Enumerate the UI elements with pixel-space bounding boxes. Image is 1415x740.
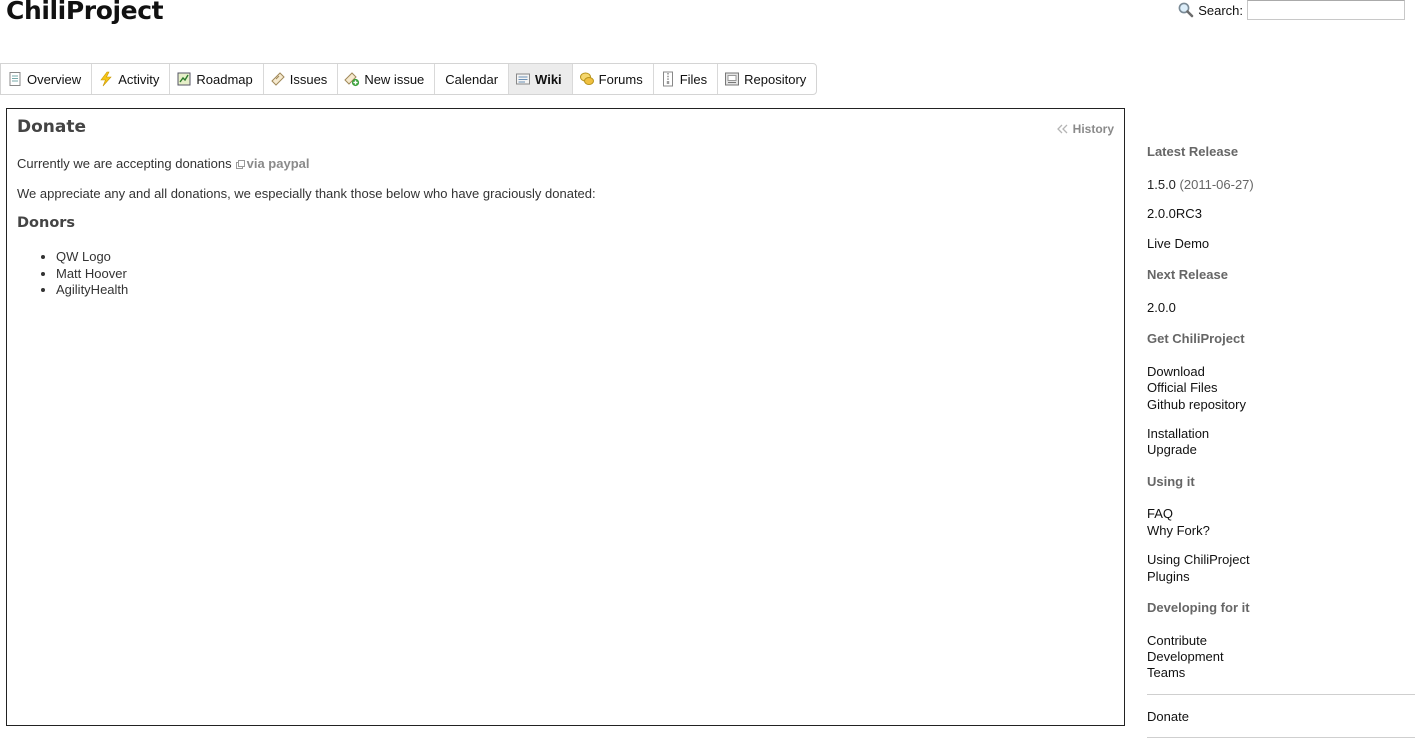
repository-icon	[725, 72, 740, 86]
list-item: QW Logo	[56, 249, 128, 266]
roadmap-icon	[177, 72, 191, 86]
teams-link[interactable]: Teams	[1147, 665, 1185, 680]
tab-label: New issue	[364, 71, 425, 87]
tab-files[interactable]: Files	[654, 64, 719, 94]
list-item: AgilityHealth	[56, 282, 128, 299]
thanks-paragraph: We appreciate any and all donations, we …	[17, 186, 596, 201]
forums-icon	[579, 72, 594, 85]
live-demo-link[interactable]: Live Demo	[1147, 236, 1209, 251]
development-link[interactable]: Development	[1147, 649, 1224, 664]
history-icon	[1056, 124, 1068, 134]
tab-label: Files	[679, 71, 708, 87]
donate-link[interactable]: Donate	[1147, 709, 1189, 724]
latest-release-heading: Latest Release	[1147, 144, 1239, 159]
tab-label: Calendar	[445, 71, 499, 87]
donor-list: QW Logo Matt Hoover AgilityHealth	[17, 249, 128, 299]
latest-release-line: 1.5.0 (2011-06-27)	[1147, 177, 1254, 192]
tab-issues[interactable]: Issues	[264, 64, 339, 94]
using-it-heading: Using it	[1147, 474, 1195, 489]
faq-link[interactable]: FAQ	[1147, 506, 1173, 521]
new-ticket-icon	[344, 72, 360, 87]
using-chiliproject-link[interactable]: Using ChiliProject	[1147, 552, 1250, 567]
history-link[interactable]: History	[1056, 122, 1114, 136]
lightning-icon	[100, 71, 112, 87]
sidebar: Latest Release 1.5.0 (2011-06-27) 2.0.0R…	[1147, 0, 1415, 740]
donors-heading: Donors	[17, 215, 76, 231]
wiki-icon	[516, 73, 531, 85]
tab-forums[interactable]: Forums	[573, 64, 654, 94]
tab-label: Overview	[27, 71, 82, 87]
divider	[1147, 694, 1415, 695]
get-chiliproject-heading: Get ChiliProject	[1147, 331, 1245, 346]
tab-label: Issues	[289, 71, 328, 87]
next-release-heading: Next Release	[1147, 267, 1228, 282]
tab-label: Repository	[744, 71, 807, 87]
divider	[1147, 737, 1415, 738]
project-menu: Overview Activity Roadmap Issues New iss…	[0, 63, 818, 95]
history-label: History	[1072, 122, 1114, 136]
ticket-icon	[271, 72, 285, 86]
tab-label: Forums	[598, 71, 643, 87]
tab-overview[interactable]: Overview	[1, 64, 93, 94]
tab-label: Roadmap	[196, 71, 253, 87]
next-version-link[interactable]: 2.0.0	[1147, 300, 1176, 315]
tab-calendar[interactable]: Calendar	[435, 64, 510, 94]
rc-version-link[interactable]: 2.0.0RC3	[1147, 206, 1202, 221]
tab-activity[interactable]: Activity	[92, 64, 171, 94]
download-link[interactable]: Download	[1147, 364, 1205, 379]
installation-link[interactable]: Installation	[1147, 426, 1209, 441]
paypal-link[interactable]: via paypal	[247, 156, 310, 171]
tab-roadmap[interactable]: Roadmap	[170, 64, 264, 94]
donation-text: Currently we are accepting donations	[17, 156, 232, 171]
files-icon	[662, 71, 673, 87]
why-fork-link[interactable]: Why Fork?	[1147, 523, 1210, 538]
tab-label: Wiki	[535, 71, 562, 87]
donation-paragraph: Currently we are accepting donations via …	[17, 156, 310, 171]
official-files-link[interactable]: Official Files	[1147, 380, 1218, 395]
latest-release-date: (2011-06-27)	[1179, 177, 1254, 192]
external-link-icon	[235, 160, 245, 170]
wiki-content: Donate History Currently we are acceptin…	[6, 108, 1125, 726]
developing-heading: Developing for it	[1147, 600, 1250, 615]
logo[interactable]: ChiliProject	[6, 0, 164, 25]
list-item: Matt Hoover	[56, 266, 128, 283]
upgrade-link[interactable]: Upgrade	[1147, 442, 1197, 457]
tab-repository[interactable]: Repository	[718, 64, 816, 94]
plugins-link[interactable]: Plugins	[1147, 569, 1190, 584]
tab-new-issue[interactable]: New issue	[338, 64, 436, 94]
page-title: Donate	[17, 117, 87, 137]
tab-wiki[interactable]: Wiki	[509, 64, 573, 94]
page-icon	[9, 72, 21, 86]
latest-version-link[interactable]: 1.5.0	[1147, 177, 1176, 192]
github-repository-link[interactable]: Github repository	[1147, 397, 1246, 412]
tab-label: Activity	[118, 71, 160, 87]
contribute-link[interactable]: Contribute	[1147, 633, 1207, 648]
